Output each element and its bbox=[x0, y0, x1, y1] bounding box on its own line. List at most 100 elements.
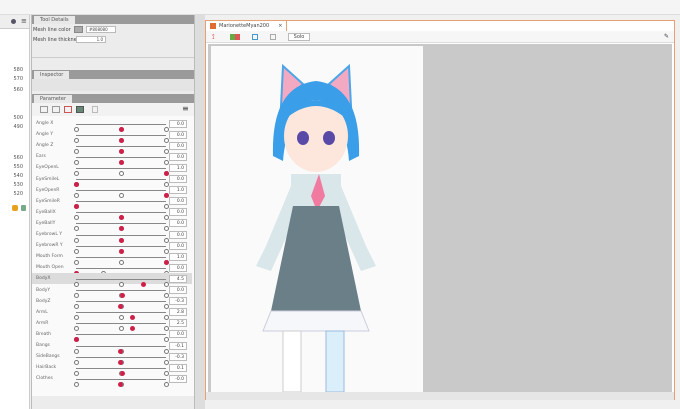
parameter-label: EyeBallY bbox=[36, 220, 56, 226]
parameter-row[interactable]: Angle Y 0.0 bbox=[32, 129, 192, 143]
splitter[interactable] bbox=[195, 15, 205, 409]
slider-value-handle[interactable] bbox=[117, 381, 123, 387]
parameter-row[interactable]: Ears 0.0 bbox=[32, 151, 192, 165]
parameter-value-input[interactable]: -0.1 bbox=[169, 341, 187, 350]
close-icon[interactable]: × bbox=[278, 23, 282, 29]
canvas-area[interactable] bbox=[208, 44, 672, 393]
parameter-value-input[interactable]: 0.1 bbox=[169, 363, 187, 372]
key-icon[interactable] bbox=[40, 106, 48, 113]
panel-menu-icon[interactable]: ≡ bbox=[182, 104, 189, 113]
parameter-row[interactable]: EyeSmileL 0.0 bbox=[32, 174, 192, 187]
parameter-row[interactable]: BodyZ -0.3 bbox=[32, 296, 192, 310]
parameter-value-input[interactable]: 0.0 bbox=[169, 263, 187, 272]
parameter-value-input[interactable]: 4.5 bbox=[169, 274, 187, 283]
parameter-row[interactable]: EyeOpenL 1.0 bbox=[32, 162, 192, 176]
visibility-icon[interactable] bbox=[230, 34, 240, 40]
parameter-value-input[interactable]: 0.0 bbox=[169, 208, 187, 217]
grid-icon[interactable] bbox=[76, 106, 84, 113]
parameter-slider[interactable] bbox=[73, 301, 169, 310]
parameter-value-input[interactable]: 0.0 bbox=[169, 241, 187, 250]
parameter-slider[interactable] bbox=[73, 212, 169, 221]
parameter-row[interactable]: Angle X 0.0 bbox=[32, 118, 192, 132]
deformer-icon[interactable]: ⟟ bbox=[212, 33, 215, 42]
parameter-value-input[interactable]: 0.0 bbox=[169, 119, 187, 128]
parameter-value-input[interactable]: 0.0 bbox=[169, 152, 187, 161]
fit-icon[interactable] bbox=[252, 34, 258, 40]
parameter-slider[interactable] bbox=[73, 167, 169, 176]
parameter-value-input[interactable]: 1.0 bbox=[169, 186, 187, 195]
parameter-value-input[interactable]: 1.0 bbox=[169, 163, 187, 172]
parameter-value-input[interactable]: 0.0 bbox=[169, 141, 187, 150]
parameter-slider[interactable] bbox=[73, 334, 169, 343]
key-add-icon[interactable] bbox=[52, 106, 60, 113]
parameter-slider[interactable] bbox=[73, 145, 169, 154]
parameter-value-input[interactable]: 0.0 bbox=[169, 219, 187, 228]
parameter-row[interactable]: Angle Z 0.0 bbox=[32, 140, 192, 154]
parameter-row[interactable]: BodyY 0.0 bbox=[32, 285, 192, 298]
parameter-slider[interactable] bbox=[73, 134, 169, 143]
tab-inspector[interactable]: Inspector bbox=[34, 71, 70, 79]
solo-button[interactable]: Solo bbox=[288, 33, 310, 41]
parameter-row[interactable]: ArmR 2.5 bbox=[32, 318, 192, 332]
parameter-slider[interactable] bbox=[73, 179, 169, 187]
parameter-value-input[interactable]: 0.0 bbox=[169, 175, 187, 183]
parameter-slider[interactable] bbox=[73, 201, 169, 210]
mesh-line-thickness-input[interactable]: 1.0 bbox=[76, 36, 106, 43]
parameter-row[interactable]: Mouth Open 0.0 bbox=[32, 262, 192, 276]
parameter-slider[interactable] bbox=[73, 367, 169, 376]
tab-tool-details[interactable]: Tool Details bbox=[34, 16, 75, 24]
parameter-row[interactable]: Clothes -0.0 bbox=[32, 373, 192, 387]
parameter-row[interactable]: BodyX 4.5 bbox=[32, 273, 192, 287]
color-icon[interactable] bbox=[12, 205, 18, 211]
parameter-row[interactable]: ArmL 2.8 bbox=[32, 307, 192, 321]
parameter-slider[interactable] bbox=[73, 190, 169, 199]
delete-icon[interactable] bbox=[92, 106, 98, 113]
parameter-slider[interactable] bbox=[73, 278, 169, 287]
parameter-slider[interactable] bbox=[73, 156, 169, 165]
parameter-row[interactable]: EyeBallY 0.0 bbox=[32, 218, 192, 232]
parameter-slider[interactable] bbox=[73, 123, 169, 132]
parameter-row[interactable]: EyeSmileR 0.0 bbox=[32, 196, 192, 210]
parameter-slider[interactable] bbox=[73, 245, 169, 254]
pin-icon[interactable] bbox=[11, 19, 16, 24]
parameter-row[interactable]: Breath 0.0 bbox=[32, 329, 192, 343]
parameter-value-input[interactable]: -0.3 bbox=[169, 297, 187, 306]
parameter-row[interactable]: HairBack 0.1 bbox=[32, 362, 192, 376]
parameter-row[interactable]: EyebrowR Y 0.0 bbox=[32, 240, 192, 254]
parameter-value-input[interactable]: 0.0 bbox=[169, 130, 187, 139]
menu-icon[interactable]: ≡ bbox=[21, 17, 27, 25]
key-remove-icon[interactable] bbox=[64, 106, 72, 113]
parameter-slider[interactable] bbox=[73, 323, 169, 332]
parameter-row[interactable]: Bangs -0.1 bbox=[32, 340, 192, 354]
mesh-line-color-input[interactable]: #808080 bbox=[86, 26, 116, 33]
parameter-slider[interactable] bbox=[73, 223, 169, 232]
frame-icon[interactable] bbox=[270, 34, 276, 40]
parameter-slider[interactable] bbox=[73, 256, 169, 265]
mesh-line-color-swatch[interactable] bbox=[74, 26, 83, 33]
parameter-value-input[interactable]: 2.5 bbox=[169, 319, 187, 328]
parameter-value-input[interactable]: 2.8 bbox=[169, 308, 187, 317]
parameter-value-input[interactable]: 0.0 bbox=[169, 330, 187, 339]
parameter-slider[interactable] bbox=[73, 378, 169, 387]
lock-icon[interactable] bbox=[21, 205, 26, 211]
pin-icon[interactable]: ✎ bbox=[664, 33, 669, 40]
parameter-value-input[interactable]: -0.3 bbox=[169, 352, 187, 361]
parameter-row[interactable]: EyebrowL Y 0.0 bbox=[32, 229, 192, 243]
parameter-row[interactable]: EyeOpenR 1.0 bbox=[32, 185, 192, 199]
parameter-slider[interactable] bbox=[73, 312, 169, 321]
parameter-value-input[interactable]: 1.0 bbox=[169, 252, 187, 261]
parameter-value-input[interactable]: 0.0 bbox=[169, 197, 187, 206]
parameter-slider[interactable] bbox=[73, 345, 169, 354]
parameter-value-input[interactable]: 0.0 bbox=[169, 230, 187, 239]
tab-parameter[interactable]: Parameter bbox=[34, 95, 73, 103]
parameter-row[interactable]: EyeBallX 0.0 bbox=[32, 207, 192, 221]
parameter-value-input[interactable]: -0.0 bbox=[169, 374, 187, 383]
view-tab[interactable]: MarionetteMyan200 × bbox=[206, 21, 288, 31]
parameter-row[interactable]: SideBangs -0.3 bbox=[32, 351, 192, 365]
parameter-slider[interactable] bbox=[73, 356, 169, 365]
parameter-slider[interactable] bbox=[73, 290, 169, 298]
parameter-value-input[interactable]: 0.0 bbox=[169, 286, 187, 294]
parameter-slider[interactable] bbox=[73, 267, 169, 276]
parameter-slider[interactable] bbox=[73, 234, 169, 243]
parameter-row[interactable]: Mouth Form 1.0 bbox=[32, 251, 192, 265]
